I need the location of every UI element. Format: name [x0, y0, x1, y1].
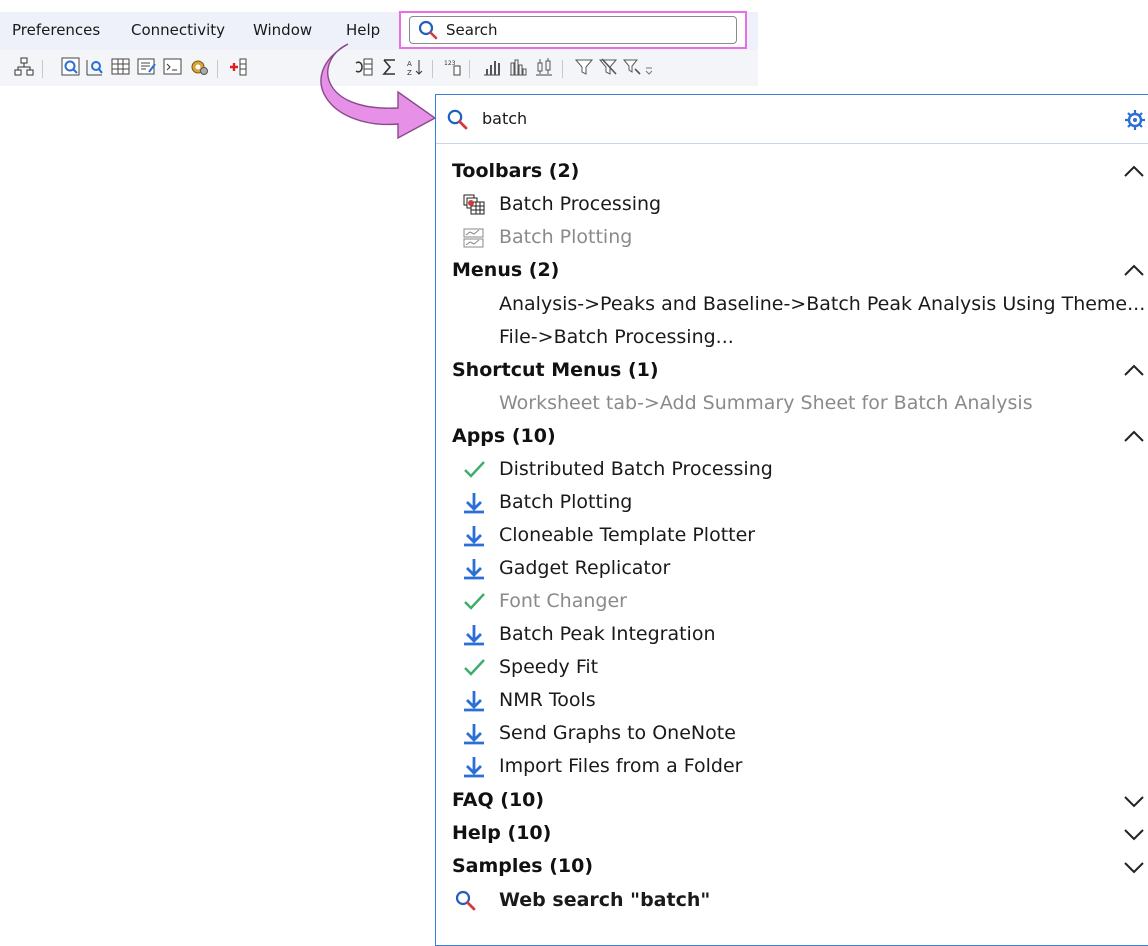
search-results-panel: batch Toolbars (2) Batch Processing Batc… [435, 94, 1148, 946]
installed-check-icon [464, 461, 485, 478]
top-search-label: Search [446, 21, 498, 39]
toolbar-separator [469, 60, 470, 78]
list-item[interactable]: Cloneable Template Plotter [436, 519, 1148, 552]
toolbar-separator [217, 60, 218, 78]
chevron-down-icon[interactable] [1121, 857, 1147, 877]
menu-connectivity[interactable]: Connectivity [131, 21, 225, 39]
chevron-down-icon[interactable] [1121, 791, 1147, 811]
command-window-icon[interactable] [163, 57, 183, 77]
chevron-down-icon[interactable] [1121, 824, 1147, 844]
section-header-help[interactable]: Help (10) [436, 817, 1148, 850]
list-item[interactable]: File->Batch Processing... [436, 321, 1148, 354]
list-item[interactable]: Distributed Batch Processing [436, 453, 1148, 486]
remove-filter-icon[interactable] [598, 57, 618, 77]
project-explorer-icon[interactable] [14, 57, 34, 77]
list-item[interactable]: Analysis->Peaks and Baseline->Batch Peak… [436, 288, 1148, 321]
frequency-count-icon[interactable] [482, 57, 502, 77]
search-icon [447, 109, 468, 130]
section-header-apps[interactable]: Apps (10) [436, 420, 1148, 453]
find-icon[interactable] [61, 57, 81, 77]
list-item[interactable]: Font Changer [436, 585, 1148, 618]
download-icon [464, 559, 484, 580]
search-icon [455, 890, 476, 911]
code-builder-icon[interactable] [189, 57, 209, 77]
section-header-menus[interactable]: Menus (2) [436, 254, 1148, 287]
download-icon [464, 493, 484, 514]
list-item[interactable]: Speedy Fit [436, 651, 1148, 684]
download-icon [464, 724, 484, 745]
list-item[interactable]: Batch Processing [436, 188, 1148, 221]
toolbar-separator [562, 60, 563, 78]
download-icon [464, 526, 484, 547]
worksheet-icon[interactable] [111, 57, 131, 77]
batch-processing-icon [463, 194, 485, 215]
top-search-box-highlight: Search [399, 11, 747, 49]
list-item[interactable]: Batch Plotting [436, 221, 1148, 254]
toolbar-overflow-icon[interactable] [644, 57, 654, 77]
search-query-text: batch [482, 109, 528, 128]
chevron-up-icon[interactable] [1121, 427, 1147, 447]
section-header-shortcut-menus[interactable]: Shortcut Menus (1) [436, 354, 1148, 387]
top-search-field[interactable]: Search [409, 16, 737, 44]
toolbar-separator [42, 60, 43, 78]
section-header-toolbars[interactable]: Toolbars (2) [436, 155, 1148, 188]
list-item[interactable]: Batch Plotting [436, 486, 1148, 519]
graph-find-icon[interactable] [85, 57, 105, 77]
list-item[interactable]: NMR Tools [436, 684, 1148, 717]
menu-preferences[interactable]: Preferences [12, 21, 100, 39]
web-search-link[interactable]: Web search "batch" [436, 884, 1148, 917]
filter-icon[interactable] [574, 57, 594, 77]
installed-check-icon [464, 659, 485, 676]
download-icon [464, 757, 484, 778]
add-column-icon[interactable] [228, 57, 248, 77]
installed-check-icon [464, 593, 485, 610]
download-icon [464, 625, 484, 646]
curved-pointer-arrow [320, 43, 437, 140]
list-item[interactable]: Send Graphs to OneNote [436, 717, 1148, 750]
section-header-samples[interactable]: Samples (10) [436, 850, 1148, 883]
list-item[interactable]: Worksheet tab->Add Summary Sheet for Bat… [436, 387, 1148, 420]
list-item[interactable]: Import Files from a Folder [436, 750, 1148, 783]
chevron-up-icon[interactable] [1121, 361, 1147, 381]
histogram-icon[interactable] [508, 57, 528, 77]
filter-options-icon[interactable] [622, 57, 642, 77]
panel-search-field[interactable]: batch [436, 95, 1148, 144]
section-header-faq[interactable]: FAQ (10) [436, 784, 1148, 817]
download-icon [464, 691, 484, 712]
list-item[interactable]: Batch Peak Integration [436, 618, 1148, 651]
gear-icon[interactable] [1123, 109, 1147, 131]
list-item[interactable]: Gadget Replicator [436, 552, 1148, 585]
batch-plotting-icon [463, 228, 484, 248]
chevron-up-icon[interactable] [1121, 162, 1147, 182]
notes-icon[interactable] [137, 57, 157, 77]
chevron-up-icon[interactable] [1121, 261, 1147, 281]
box-chart-icon[interactable] [534, 57, 554, 77]
